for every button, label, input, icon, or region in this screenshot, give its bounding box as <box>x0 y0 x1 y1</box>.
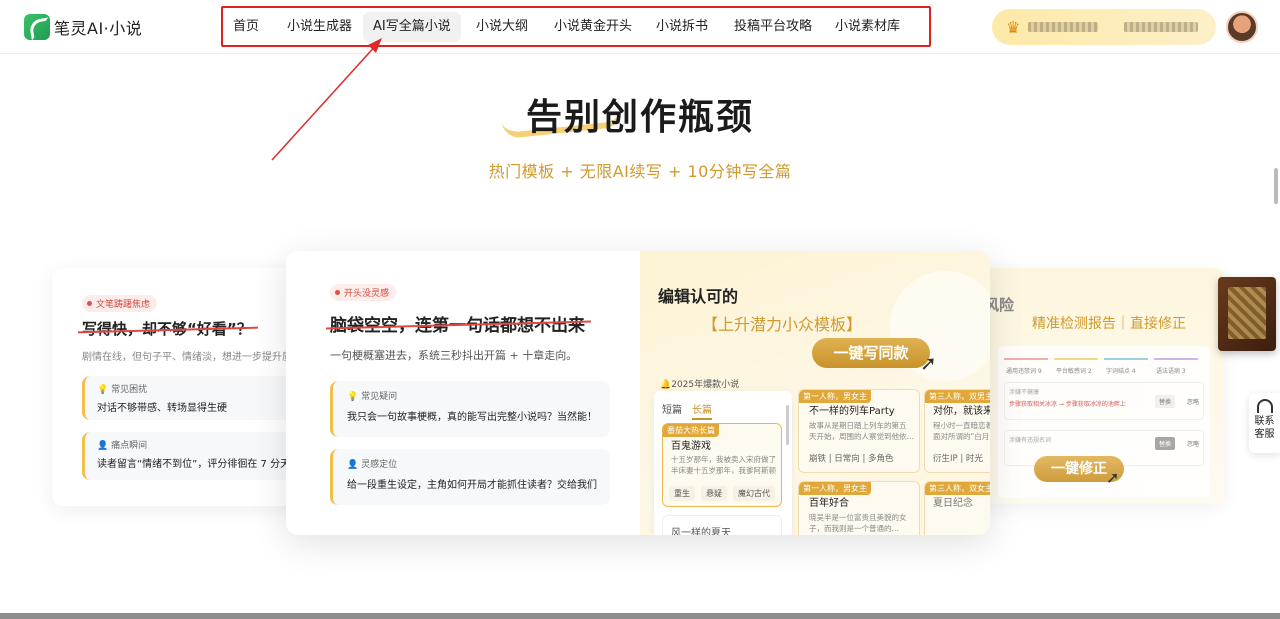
nav-item-outline[interactable]: 小说大纲 <box>466 12 538 42</box>
tab-long[interactable]: 长篇 <box>692 401 712 420</box>
solution-title: 编辑认可的 <box>658 287 739 306</box>
card-headline: 精准检测报告｜直接修正 <box>1032 316 1186 332</box>
question-label: 常见困扰 <box>111 385 148 395</box>
stat-item: 字词结点 4 <box>1106 368 1136 375</box>
stat-item: 平台敏感词 2 <box>1056 368 1092 375</box>
blurred-text <box>1028 22 1098 32</box>
question-label: 痛点瞬间 <box>111 441 148 451</box>
bulb-icon: 💡 <box>347 392 362 402</box>
contact-support-button[interactable]: 联系 客服 <box>1249 393 1280 453</box>
hero-subtitle: 热门模板 + 无限AI续写 + 10分钟写全篇 <box>488 162 792 181</box>
novel-card[interactable]: 第一人称，男女主 不一样的列车Party 故事从是期日踏上列车的第五 天开始，周… <box>798 389 920 473</box>
novel-card-featured[interactable]: 番茄大热长篇 百鬼游戏 十五岁那年，我被卖入宋府做了 半床妻十五岁那年，我爹阿斯… <box>662 423 782 507</box>
top-header: 笔灵AI·小说 首页 小说生成器 AI写全篇小说 小说大纲 小说黄金开头 小说拆… <box>0 0 1280 54</box>
cursor-icon: ➚ <box>920 351 937 375</box>
novel-card[interactable]: 第一人称，男女主 百年好合 晓吴半是一位富贵且美貌的女 子，而我则是一个普通的… <box>798 481 920 535</box>
scrollbar[interactable] <box>786 405 789 445</box>
nav-item-golden-opening[interactable]: 小说黄金开头 <box>544 12 642 42</box>
question-text: 对话不够带感、转场显得生硬 <box>97 403 227 414</box>
card-headline: 脑袋空空，连第一句话都想不出来 <box>330 311 585 336</box>
logo-text: 笔灵AI·小说 <box>54 19 143 38</box>
novel-card[interactable]: 风一样的夏天 <box>662 515 782 535</box>
card-desc: 剧情在线，但句子平、情绪淡，想进一步提升质 <box>82 352 292 363</box>
question-label: 常见疑问 <box>361 392 398 402</box>
nav-item-book-breakdown[interactable]: 小说拆书 <box>646 12 718 42</box>
replace-button[interactable]: 替换 <box>1155 395 1176 408</box>
nav-item-material-library[interactable]: 小说素材库 <box>825 12 910 42</box>
ignore-button[interactable]: 忽略 <box>1183 437 1203 450</box>
bottom-edge-bar <box>0 613 1280 619</box>
user-avatar[interactable] <box>1226 11 1258 43</box>
main-card-pain-section: 开头没灵感 脑袋空空，连第一句话都想不出来 一句梗概塞进去，系统三秒抖出开篇 +… <box>286 251 640 535</box>
write-same-button[interactable]: 一键写同款 <box>812 338 930 368</box>
cursor-icon: ➚ <box>1106 468 1120 487</box>
novel-card[interactable]: 第三人称，双女主 夏日纪念 <box>924 481 990 535</box>
headset-icon <box>1256 399 1273 413</box>
solution-subtitle: 【上升潜力小众模板】 <box>702 315 863 334</box>
question-text: 我只会一句故事梗概，真的能写出完整小说吗？当然能！ <box>347 412 597 423</box>
blurred-text <box>1124 22 1198 32</box>
hot-novels-label: 🔔2025年爆款小说 <box>660 380 740 390</box>
carousel-card-main[interactable]: 开头没灵感 脑袋空空，连第一句话都想不出来 一句梗概塞进去，系统三秒抖出开篇 +… <box>286 251 990 535</box>
site-logo[interactable]: 笔灵AI·小说 <box>24 14 142 40</box>
bell-icon: 🔔 <box>660 380 672 390</box>
question-text: 给一段重生设定，主角如何开局才能抓住读者？交给我们 <box>347 480 597 491</box>
pain-tag: 文笔踌躇焦虑 <box>82 295 158 312</box>
person-icon: 👤 <box>97 441 112 451</box>
replace-button[interactable]: 替换 <box>1155 437 1176 450</box>
question-text: 读者留言“情绪不到位”，评分徘徊在 7 分天花板 <box>97 459 302 470</box>
membership-pill[interactable]: ♛ <box>992 9 1216 45</box>
floating-book-widget[interactable] <box>1218 277 1276 351</box>
page-scrollbar-thumb[interactable] <box>1274 168 1278 204</box>
carousel-card-right[interactable]: 风险 精准检测报告｜直接修正 通用违禁词 9 平台敏感词 2 字词结点 4 语法… <box>978 268 1224 504</box>
stat-item: 语法语病 3 <box>1156 368 1186 375</box>
tab-short[interactable]: 短篇 <box>662 401 682 416</box>
contact-label: 联系 客服 <box>1254 416 1275 440</box>
leaf-logo-icon <box>24 14 50 40</box>
crown-icon: ♛ <box>1006 18 1021 37</box>
ignore-button[interactable]: 忽略 <box>1183 395 1203 408</box>
question-label: 灵感定位 <box>361 460 398 470</box>
bulb-icon: 💡 <box>97 385 112 395</box>
carousel-card-left[interactable]: 文笔踌躇焦虑 写得快，却不够“好看”？ 剧情在线，但句子平、情绪淡，想进一步提升… <box>52 268 302 506</box>
stat-item: 通用违禁词 9 <box>1006 368 1042 375</box>
issue-row: 涉嫌不健康 步骤获取相关冰凉 → 步骤获取冰凉的池畔上 替换 忽略 <box>1004 382 1204 420</box>
main-card-solution-section: 编辑认可的 【上升潜力小众模板】 一键写同款 ➚ 🔔2025年爆款小说 短篇 长… <box>640 251 990 535</box>
card-desc: 一句梗概塞进去，系统三秒抖出开篇 + 十章走向。 <box>330 349 578 362</box>
novel-card[interactable]: 第三人称，双男主 对你，就该来 程小时一直暗恋着 面对所谓的“白月光” 衍生IP… <box>924 389 990 473</box>
card-headline: 写得快，却不够“好看”？ <box>82 320 252 338</box>
nav-item-submission-guide[interactable]: 投稿平台攻略 <box>724 12 822 42</box>
person-icon: 👤 <box>347 460 362 470</box>
novel-list-panel: 短篇 长篇 番茄大热长篇 百鬼游戏 十五岁那年，我被卖入宋府做了 半床妻十五岁那… <box>654 391 792 535</box>
pain-tag: 开头没灵感 <box>330 284 397 301</box>
hero-title: 告别创作瓶颈 <box>525 97 754 138</box>
